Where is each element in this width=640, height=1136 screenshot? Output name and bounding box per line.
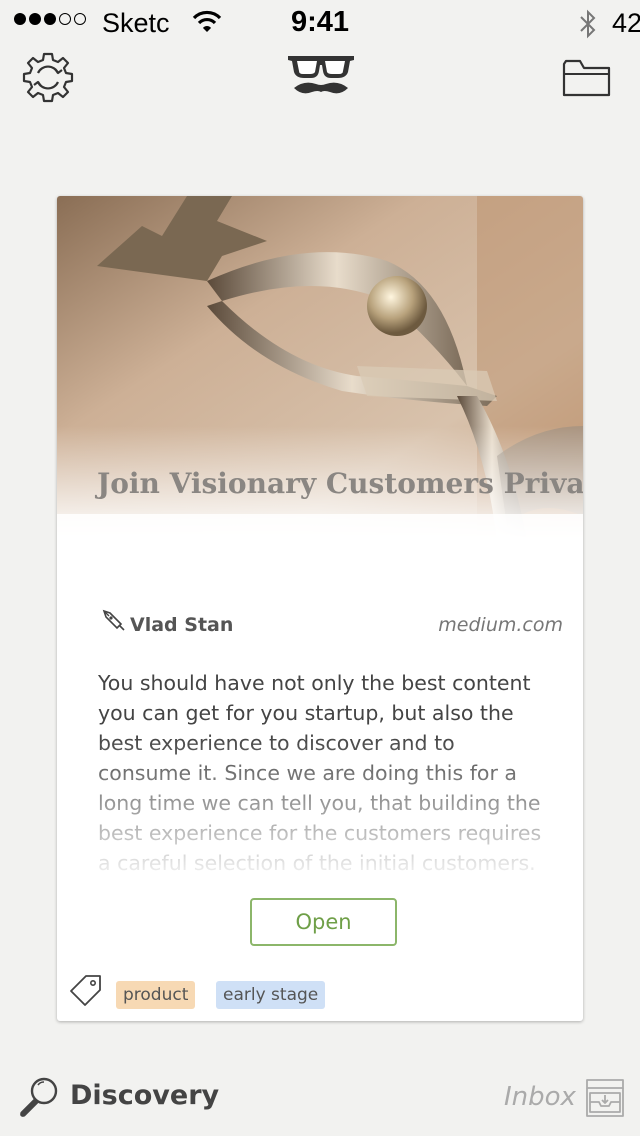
tag-early-stage[interactable]: early stage	[216, 981, 326, 1009]
pen-icon	[102, 609, 125, 631]
tab-inbox[interactable]: Inbox	[504, 1082, 576, 1112]
tag-icon[interactable]	[69, 974, 103, 1008]
glasses-mustache-icon[interactable]	[286, 52, 356, 98]
article-author[interactable]: Vlad Stan	[130, 614, 233, 636]
article-hero-image: Join Visionary Customers Private Beta fo…	[57, 196, 583, 541]
tag-product[interactable]: product	[116, 981, 196, 1009]
excerpt-fade-overlay	[57, 736, 583, 886]
article-source[interactable]: medium.com	[438, 614, 563, 636]
gear-icon[interactable]	[22, 51, 74, 103]
author-row: Vlad Stan medium.com	[97, 608, 563, 644]
inbox-tray-icon[interactable]	[584, 1078, 626, 1118]
bluetooth-icon	[580, 9, 596, 39]
folder-icon[interactable]	[562, 58, 612, 98]
article-card[interactable]: Join Visionary Customers Private Beta fo…	[57, 196, 583, 1021]
status-bar: Sketc 9:41 42	[0, 0, 640, 48]
open-button[interactable]: Open	[250, 898, 397, 946]
status-time: 9:41	[290, 6, 350, 38]
article-headline: Join Visionary Customers Private Beta fo…	[97, 467, 583, 500]
magnifier-icon[interactable]	[18, 1076, 60, 1118]
tab-discovery[interactable]: Discovery	[70, 1080, 219, 1111]
battery-percent: 42	[612, 8, 640, 38]
